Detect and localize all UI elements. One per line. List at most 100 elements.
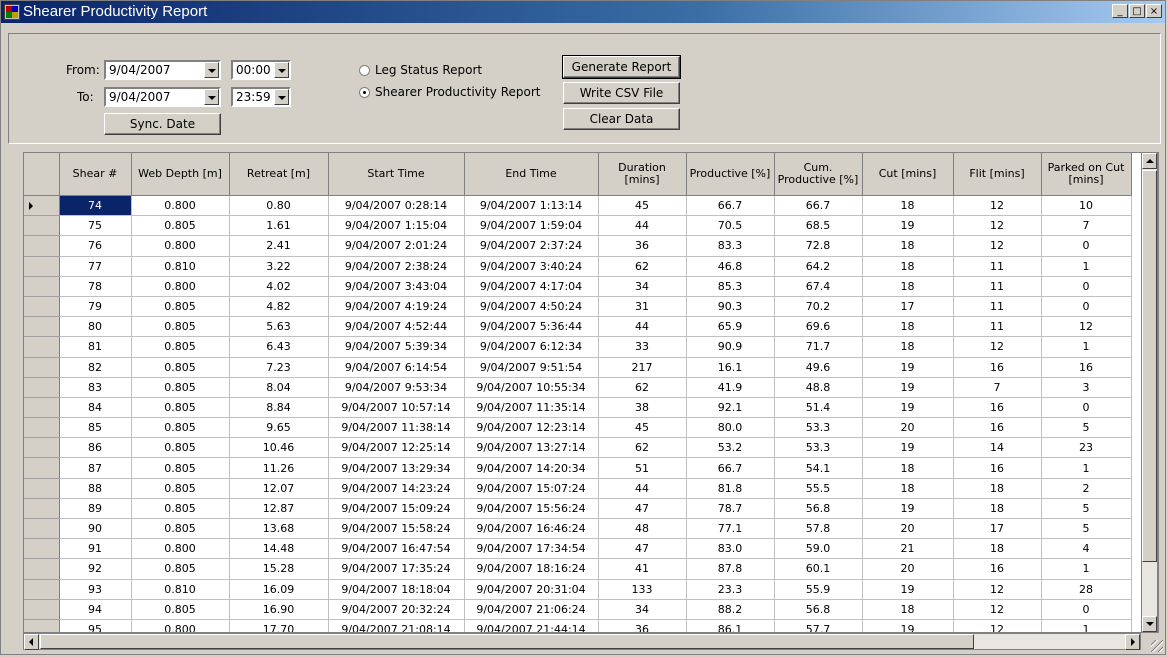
table-cell[interactable]: 9/04/2007 20:31:04 (464, 579, 599, 600)
table-cell[interactable]: 17.70 (229, 619, 329, 632)
table-cell[interactable]: 64.2 (774, 256, 863, 277)
table-cell[interactable]: 9/04/2007 5:39:34 (328, 336, 465, 358)
table-cell[interactable]: 9/04/2007 10:55:34 (464, 377, 599, 398)
table-cell[interactable]: 4 (1041, 538, 1132, 560)
maximize-button[interactable]: □ (1129, 4, 1145, 18)
table-row[interactable]: 75 0.805 1.61 9/04/2007 1:15:04 9/04/2007 1:… (24, 215, 1149, 237)
table-cell[interactable]: 9/04/2007 18:18:04 (328, 579, 465, 600)
table-row[interactable]: 80 0.805 5.63 9/04/2007 4:52:44 9/04/2007 5:… (24, 316, 1149, 338)
table-cell[interactable]: 16 (953, 558, 1042, 580)
table-cell[interactable]: 9/04/2007 1:13:14 (464, 195, 599, 217)
table-cell[interactable]: 9/04/2007 1:15:04 (328, 215, 465, 237)
column-header[interactable]: Cum. Productive [%] (774, 153, 863, 196)
table-cell[interactable]: 36 (598, 235, 687, 257)
row-header[interactable] (24, 579, 60, 600)
table-cell[interactable]: 9/04/2007 5:36:44 (464, 316, 599, 338)
table-cell[interactable]: 0.805 (131, 397, 230, 419)
table-cell[interactable]: 72.8 (774, 235, 863, 257)
table-cell[interactable]: 18 (953, 478, 1042, 499)
table-cell[interactable]: 69.6 (774, 316, 863, 338)
table-cell[interactable]: 21 (862, 538, 954, 560)
table-cell[interactable]: 16 (953, 457, 1042, 479)
table-cell[interactable]: 16.09 (229, 579, 329, 600)
table-cell[interactable]: 9/04/2007 21:44:14 (464, 619, 599, 632)
table-cell[interactable]: 62 (598, 256, 687, 277)
horizontal-scroll-thumb[interactable] (40, 634, 974, 649)
row-header[interactable] (24, 558, 60, 580)
table-cell[interactable]: 83 (59, 377, 132, 398)
from-date-picker[interactable]: 9/04/2007 (104, 60, 221, 80)
table-cell[interactable]: 66.7 (686, 457, 775, 479)
table-cell[interactable]: 19 (862, 579, 954, 600)
table-cell[interactable]: 3.22 (229, 256, 329, 277)
column-header[interactable]: Flit [mins] (953, 153, 1042, 196)
table-cell[interactable]: 9/04/2007 4:19:24 (328, 296, 465, 318)
table-cell[interactable]: 9/04/2007 6:12:34 (464, 336, 599, 358)
table-cell[interactable]: 67.4 (774, 276, 863, 297)
table-cell[interactable]: 85.3 (686, 276, 775, 297)
table-cell[interactable]: 0.805 (131, 457, 230, 479)
table-cell[interactable]: 12 (953, 215, 1042, 237)
table-cell[interactable]: 5 (1041, 518, 1132, 540)
table-cell[interactable]: 18 (862, 276, 954, 297)
table-cell[interactable]: 9/04/2007 4:17:04 (464, 276, 599, 297)
generate-report-button[interactable]: Generate Report (562, 55, 681, 79)
table-cell[interactable]: 18 (953, 498, 1042, 520)
table-cell[interactable]: 9/04/2007 13:27:14 (464, 437, 599, 459)
table-cell[interactable]: 0.805 (131, 357, 230, 378)
table-cell[interactable]: 59.0 (774, 538, 863, 560)
table-cell[interactable]: 19 (862, 437, 954, 459)
table-cell[interactable]: 0.805 (131, 417, 230, 439)
table-cell[interactable]: 9/04/2007 15:56:24 (464, 498, 599, 520)
table-cell[interactable]: 18 (862, 478, 954, 499)
table-cell[interactable]: 47 (598, 498, 687, 520)
table-cell[interactable]: 0.805 (131, 478, 230, 499)
table-cell[interactable]: 3 (1041, 377, 1132, 398)
table-cell[interactable]: 0.805 (131, 518, 230, 540)
table-row[interactable]: 86 0.805 10.46 9/04/2007 12:25:14 9/04/2007 … (24, 437, 1149, 459)
vertical-scroll-thumb[interactable] (1142, 170, 1157, 562)
table-cell[interactable]: 76 (59, 235, 132, 257)
table-cell[interactable]: 16 (953, 397, 1042, 419)
table-cell[interactable]: 12 (953, 579, 1042, 600)
table-row[interactable]: 94 0.805 16.90 9/04/2007 20:32:24 9/04/2007 … (24, 599, 1149, 620)
table-cell[interactable]: 38 (598, 397, 687, 419)
table-cell[interactable]: 18 (862, 235, 954, 257)
table-cell[interactable]: 19 (862, 377, 954, 398)
table-cell[interactable]: 51 (598, 457, 687, 479)
table-cell[interactable]: 9/04/2007 11:38:14 (328, 417, 465, 439)
column-header[interactable]: End Time (464, 153, 599, 196)
table-cell[interactable]: 0.805 (131, 599, 230, 620)
column-header[interactable]: Retreat [m] (229, 153, 329, 196)
row-header[interactable] (24, 457, 60, 479)
row-header[interactable] (24, 195, 60, 217)
table-cell[interactable]: 90.3 (686, 296, 775, 318)
table-cell[interactable]: 33 (598, 336, 687, 358)
table-cell[interactable]: 45 (598, 417, 687, 439)
leg-status-radio[interactable] (359, 65, 370, 76)
table-cell[interactable]: 0.80 (229, 195, 329, 217)
resize-grip-icon[interactable] (1151, 640, 1163, 652)
table-cell[interactable]: 5.63 (229, 316, 329, 338)
table-cell[interactable]: 54.1 (774, 457, 863, 479)
row-header[interactable] (24, 478, 60, 499)
table-cell[interactable]: 0 (1041, 276, 1132, 297)
table-cell[interactable]: 0 (1041, 296, 1132, 318)
table-cell[interactable]: 17 (953, 518, 1042, 540)
row-header[interactable] (24, 357, 60, 378)
table-cell[interactable]: 86.1 (686, 619, 775, 632)
table-cell[interactable]: 88 (59, 478, 132, 499)
table-cell[interactable]: 89 (59, 498, 132, 520)
table-cell[interactable]: 18 (862, 457, 954, 479)
table-row[interactable]: 79 0.805 4.82 9/04/2007 4:19:24 9/04/2007 4:… (24, 296, 1149, 318)
table-cell[interactable]: 16 (953, 357, 1042, 378)
table-cell[interactable]: 83.3 (686, 235, 775, 257)
table-cell[interactable]: 70.5 (686, 215, 775, 237)
table-cell[interactable]: 9/04/2007 1:59:04 (464, 215, 599, 237)
table-cell[interactable]: 9/04/2007 21:08:14 (328, 619, 465, 632)
table-cell[interactable]: 0.800 (131, 276, 230, 297)
table-cell[interactable]: 9/04/2007 14:23:24 (328, 478, 465, 499)
table-cell[interactable]: 41.9 (686, 377, 775, 398)
table-cell[interactable]: 0.805 (131, 377, 230, 398)
table-cell[interactable]: 56.8 (774, 498, 863, 520)
